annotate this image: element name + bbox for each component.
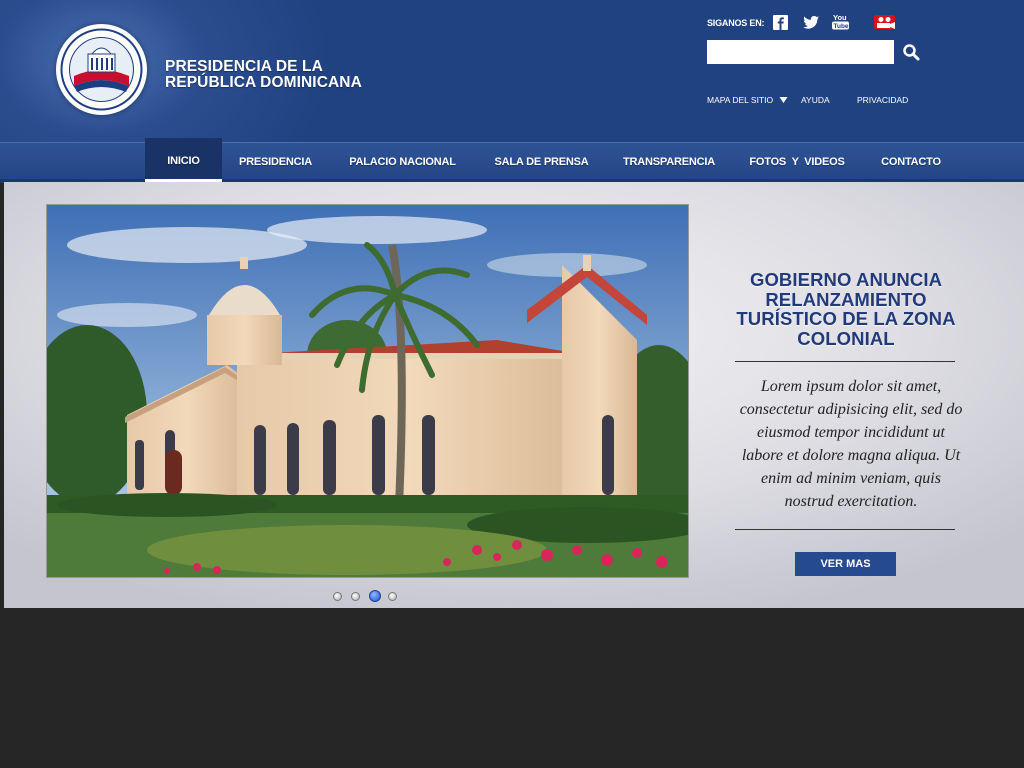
help-link[interactable]: AYUDA <box>801 95 830 105</box>
featured-photo-cathedral[interactable] <box>46 204 689 578</box>
divider-top <box>735 361 955 362</box>
dropdown-arrow-icon <box>779 97 788 103</box>
slide-dot-3[interactable] <box>369 590 381 602</box>
featured-slider: GOBIERNO ANUNCIA RELANZAMIENTO TURÍSTICO… <box>4 182 1024 608</box>
youtube-icon[interactable]: You Tube <box>832 13 850 31</box>
facebook-icon[interactable] <box>773 13 789 31</box>
search-input[interactable] <box>707 40 894 64</box>
search-icon[interactable] <box>902 43 922 63</box>
slide-dot-2[interactable] <box>351 592 360 601</box>
site-title-line-2: REPÚBLICA DOMINICANA <box>165 74 362 91</box>
site-map-link[interactable]: MAPA DEL SITIO <box>707 95 788 105</box>
main-nav: INICIO PRESIDENCIA PALACIO NACIONAL SALA… <box>0 138 1024 183</box>
slide-dot-4[interactable] <box>388 592 397 601</box>
nav-item-fotos-y-videos[interactable]: FOTOS Y VIDEOS <box>742 143 852 179</box>
site-header: PRESIDENCIA DE LA REPÚBLICA DOMINICANA S… <box>0 0 1024 142</box>
slide-dot-1[interactable] <box>333 592 342 601</box>
nav-item-inicio[interactable]: INICIO <box>145 138 222 183</box>
privacy-link[interactable]: PRIVACIDAD <box>857 95 908 105</box>
nav-item-contacto[interactable]: CONTACTO <box>872 143 950 179</box>
divider-bottom <box>735 529 955 530</box>
site-title-line-1: PRESIDENCIA DE LA <box>165 58 323 75</box>
flickr-icon[interactable] <box>873 13 897 31</box>
presidential-seal-logo[interactable] <box>56 24 147 115</box>
nav-item-transparencia[interactable]: TRANSPARENCIA <box>614 143 724 179</box>
svg-text:You: You <box>833 13 847 22</box>
nav-item-sala-de-prensa[interactable]: SALA DE PRENSA <box>487 143 596 179</box>
nav-item-palacio-nacional[interactable]: PALACIO NACIONAL <box>340 143 465 179</box>
site-title[interactable]: PRESIDENCIA DE LA REPÚBLICA DOMINICANA <box>165 59 362 91</box>
svg-text:Tube: Tube <box>834 23 849 30</box>
ver-mas-button[interactable]: VER MAS <box>795 552 896 576</box>
footer-area <box>0 608 1024 768</box>
site-map-label: MAPA DEL SITIO <box>707 95 774 105</box>
twitter-icon[interactable] <box>802 13 820 31</box>
story-headline[interactable]: GOBIERNO ANUNCIA RELANZAMIENTO TURÍSTICO… <box>730 270 962 348</box>
story-summary: Lorem ipsum dolor sit amet, consectetur … <box>739 378 963 510</box>
follow-us-label: SIGANOS EN: <box>707 18 765 28</box>
nav-item-presidencia[interactable]: PRESIDENCIA <box>232 143 319 179</box>
